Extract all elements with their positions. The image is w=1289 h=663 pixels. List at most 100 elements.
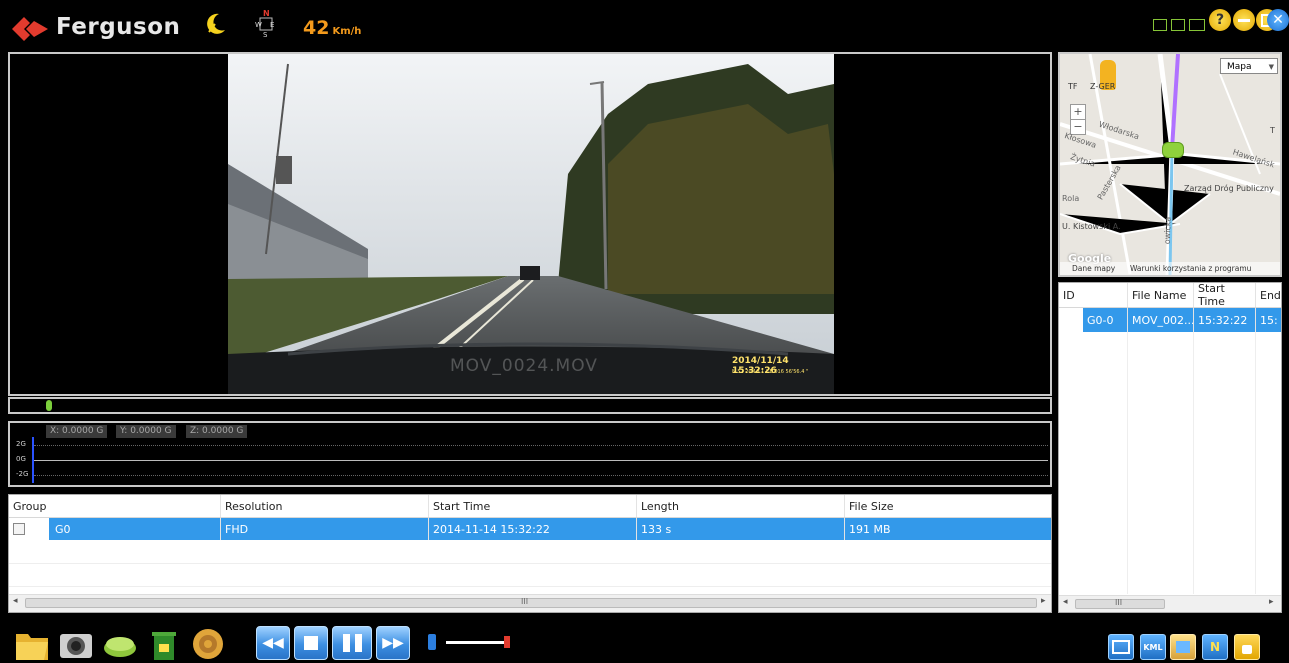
- scrollbar-thumb[interactable]: [25, 598, 1037, 608]
- help-icon: ?: [1215, 12, 1225, 28]
- close-icon: ✕: [1272, 12, 1284, 28]
- table-row[interactable]: G0-0 MOV_002... 15:32:22 15:: [1059, 308, 1281, 332]
- vehicle-position-icon: [1162, 142, 1184, 158]
- rewind-button[interactable]: ◀◀: [256, 626, 290, 660]
- chart-icon: N: [1209, 640, 1221, 654]
- gsensor-x-readout: X: 0.0000 G: [46, 425, 108, 438]
- map-type-select[interactable]: Mapa ▼: [1220, 58, 1278, 74]
- save-disk-icon[interactable]: [102, 626, 138, 662]
- gsensor-panel: X: 0.0000 G Y: 0.0000 G Z: 0.0000 G 2G 0…: [8, 421, 1052, 487]
- rewind-icon: ◀◀: [262, 635, 284, 651]
- gsensor-axis-top: 2G: [16, 440, 26, 448]
- column-divider: [1255, 332, 1256, 594]
- help-button[interactable]: ?: [1209, 9, 1231, 31]
- night-mode-icon[interactable]: [205, 12, 227, 36]
- gsensor-axis-bottom: -2G: [16, 470, 29, 478]
- chevron-down-icon: ▼: [1268, 63, 1274, 71]
- gsensor-zero-line: [34, 460, 1048, 461]
- kml-label: KML: [1143, 642, 1163, 652]
- close-button[interactable]: ✕: [1267, 9, 1289, 31]
- column-header-file-name[interactable]: File Name: [1127, 283, 1193, 307]
- timeline-handle[interactable]: [46, 400, 52, 411]
- map-view-button[interactable]: [1170, 634, 1196, 660]
- column-header-resolution[interactable]: Resolution: [220, 495, 428, 517]
- pause-button[interactable]: [332, 626, 372, 660]
- column-header-length[interactable]: Length: [636, 495, 844, 517]
- gps-point-table: ID File Name Start Time End G0-0 MOV_002…: [1058, 282, 1282, 613]
- export-video-button[interactable]: [1108, 634, 1134, 660]
- svg-text:N: N: [263, 9, 270, 18]
- file-list-table: Group Resolution Start Time Length File …: [8, 494, 1052, 613]
- stop-button[interactable]: [294, 626, 328, 660]
- layout-double-icon[interactable]: [1171, 19, 1185, 31]
- delete-trash-icon[interactable]: [146, 626, 182, 662]
- map-poi-label: Zarząd Dróg Publiczny: [1184, 184, 1274, 193]
- minimize-button[interactable]: [1233, 9, 1255, 31]
- column-header-id[interactable]: ID: [1059, 283, 1127, 307]
- map-poi-label: T: [1270, 126, 1275, 135]
- column-header-file-size[interactable]: File Size: [844, 495, 1051, 517]
- column-divider: [1193, 332, 1194, 594]
- layout-full-icon[interactable]: [1189, 19, 1205, 31]
- kml-export-button[interactable]: KML: [1140, 634, 1166, 660]
- top-bar: Ferguson N W E S 42 Km/h ? ✕: [0, 0, 1289, 50]
- gsensor-y-readout: Y: 0.0000 G: [116, 425, 176, 438]
- compass-icon: N W E S: [255, 9, 274, 39]
- video-panel: MOV_0024.MOV 2014/11/14 15:32:26 N 52 20…: [8, 52, 1052, 396]
- video-frame[interactable]: MOV_0024.MOV 2014/11/14 15:32:26 N 52 20…: [228, 54, 834, 394]
- scroll-left-icon[interactable]: ◂: [1063, 597, 1068, 607]
- lock-icon: [1242, 645, 1252, 654]
- volume-slider-handle[interactable]: [504, 636, 510, 648]
- gps-map[interactable]: TF Z-GER + − Mapa ▼ Włodarska Kłosowa Ży…: [1058, 52, 1282, 277]
- cell-length: 133 s: [636, 518, 844, 540]
- map-zoom-in-button[interactable]: +: [1070, 104, 1086, 120]
- row-checkbox[interactable]: [13, 523, 25, 535]
- volume-icon[interactable]: [428, 634, 436, 650]
- monitor-icon: [1112, 640, 1130, 654]
- column-header-end[interactable]: End: [1255, 283, 1281, 307]
- gsensor-grid-bottom: [34, 475, 1048, 476]
- volume-slider-track[interactable]: [446, 641, 508, 644]
- ferguson-logo-icon: [12, 17, 48, 41]
- column-divider: [1127, 332, 1128, 594]
- playback-timeline[interactable]: [8, 397, 1052, 414]
- table-row-empty: [9, 564, 1051, 587]
- file-list-horizontal-scrollbar[interactable]: ◂ III ▸: [9, 594, 1051, 612]
- svg-text:W: W: [255, 21, 262, 29]
- column-header-group[interactable]: Group: [9, 495, 220, 517]
- layout-single-icon[interactable]: [1153, 19, 1167, 31]
- gsensor-z-readout: Z: 0.0000 G: [186, 425, 248, 438]
- cell-group: G0: [49, 518, 220, 540]
- scroll-right-icon[interactable]: ▸: [1041, 596, 1046, 606]
- gps-list-header: ID File Name Start Time End: [1059, 283, 1281, 308]
- cell-resolution: FHD: [220, 518, 428, 540]
- column-header-start-time[interactable]: Start Time: [428, 495, 636, 517]
- cell-id: G0-0: [1083, 308, 1127, 332]
- scroll-right-icon[interactable]: ▸: [1269, 597, 1274, 607]
- snapshot-camera-icon[interactable]: [58, 626, 94, 662]
- bottom-toolbar: ◀◀ ▶▶ KML N: [0, 616, 1289, 663]
- speed-readout: 42 Km/h: [303, 17, 361, 39]
- map-icon: [1176, 641, 1190, 653]
- scroll-grip: III: [521, 597, 529, 606]
- scroll-left-icon[interactable]: ◂: [13, 596, 18, 606]
- table-row[interactable]: G0 FHD 2014-11-14 15:32:22 133 s 191 MB: [9, 518, 1051, 540]
- table-row-empty: [9, 541, 1051, 564]
- map-footer-terms[interactable]: Warunki korzystania z programu: [1130, 264, 1251, 273]
- file-list-header: Group Resolution Start Time Length File …: [9, 495, 1051, 518]
- map-footer-data[interactable]: Dane mapy: [1072, 264, 1115, 273]
- lock-file-button[interactable]: [1234, 634, 1260, 660]
- map-label-zger: Z-GER: [1090, 82, 1116, 91]
- fast-forward-button[interactable]: ▶▶: [376, 626, 410, 660]
- cell-start-time: 2014-11-14 15:32:22: [428, 518, 636, 540]
- video-filename-overlay: MOV_0024.MOV: [450, 356, 598, 376]
- column-header-start-time[interactable]: Start Time: [1193, 283, 1255, 308]
- gsensor-axis-mid: 0G: [16, 455, 26, 463]
- brand-name: Ferguson: [56, 14, 181, 40]
- gsensor-grid-top: [34, 445, 1048, 446]
- gps-list-horizontal-scrollbar[interactable]: ◂ III ▸: [1059, 595, 1281, 612]
- speed-graph-button[interactable]: N: [1202, 634, 1228, 660]
- open-folder-icon[interactable]: [14, 626, 50, 662]
- settings-gear-icon[interactable]: [190, 626, 226, 662]
- fast-forward-icon: ▶▶: [382, 635, 404, 651]
